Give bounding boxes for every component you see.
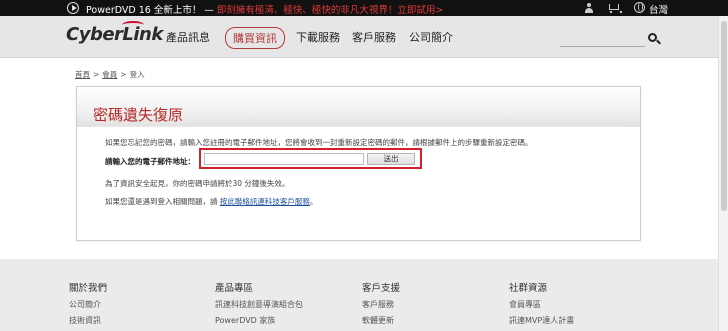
footer-heading: 社群資源: [509, 283, 548, 294]
play-icon[interactable]: [67, 2, 79, 14]
breadcrumb: 首頁 > 會員 > 登入: [75, 69, 145, 80]
breadcrumb-member[interactable]: 會員: [102, 70, 117, 79]
page-scrollbar[interactable]: [718, 16, 728, 331]
footer-heading: 關於我們: [69, 283, 108, 294]
footer-link[interactable]: 技術資訊: [69, 314, 107, 327]
breadcrumb-separator: >: [120, 70, 127, 79]
scrollbar-thumb[interactable]: [721, 21, 727, 211]
footer-link[interactable]: 訊連MVP達人計畫: [509, 314, 574, 327]
site-header: CyberLink 產品訊息 購買資訊 下載服務 客戶服務 公司簡介: [0, 16, 728, 58]
promo-bar: PowerDVD 16 全新上市！ — 即刻擁有極清、極快、極快的非凡大視界！立…: [0, 0, 728, 16]
password-recovery-panel: 密碼遺失復原 如果您忘記您的密碼，請輸入您註冊的電子郵件地址，您將會收到一封重新…: [76, 86, 641, 241]
nav-products[interactable]: 產品訊息: [166, 29, 210, 45]
promo-link[interactable]: 即刻擁有極清、極快、極快的非凡大視界！立即試用>: [217, 5, 443, 16]
support-link[interactable]: 按此聯絡訊連科技客戶服務: [220, 197, 310, 206]
footer-column-products: 產品專區 訊連科技創意導演組合包 PowerDVD 家族: [215, 282, 303, 327]
search-input[interactable]: [560, 36, 645, 47]
logo-text: CyberLink: [66, 24, 163, 45]
footer-heading: 客戶支援: [362, 283, 401, 294]
email-field[interactable]: [204, 153, 364, 165]
user-icon[interactable]: [584, 3, 594, 13]
help-text: 如果您還是遇到登入相關問題，請 按此聯絡訊連科技客戶服務。: [105, 196, 317, 207]
footer-link[interactable]: 軟體更新: [362, 314, 400, 327]
email-label: 請輸入您的電子郵件地址：: [105, 157, 195, 166]
footer-link[interactable]: 訊連科技創意導演組合包: [215, 298, 303, 311]
breadcrumb-separator: >: [93, 70, 100, 79]
region-selector[interactable]: 台灣: [649, 2, 668, 16]
footer-link[interactable]: 會員專區: [509, 298, 574, 311]
help-prefix: 如果您還是遇到登入相關問題，請: [105, 197, 220, 206]
footer-link[interactable]: 公司簡介: [69, 298, 107, 311]
security-note: 為了資訊安全起見，你的密碼申請將於30 分鐘後失效。: [105, 179, 290, 188]
footer-heading: 產品專區: [215, 283, 254, 294]
nav-downloads[interactable]: 下載服務: [296, 29, 340, 45]
footer-link[interactable]: 客戶服務: [362, 298, 400, 311]
nav-about[interactable]: 公司簡介: [409, 29, 453, 45]
intro-text: 如果您忘記您的密碼，請輸入您註冊的電子郵件地址，您將會收到一封重新設定密碼的郵件…: [105, 138, 533, 147]
logo-swoosh: [122, 21, 144, 29]
cyberlink-logo[interactable]: CyberLink: [66, 21, 163, 45]
footer-column-support: 客戶支援 客戶服務 軟體更新: [362, 282, 400, 327]
search-icon[interactable]: [648, 33, 657, 42]
help-suffix: 。: [309, 197, 318, 206]
nav-purchase[interactable]: 購買資訊: [225, 27, 285, 49]
breadcrumb-home[interactable]: 首頁: [75, 70, 90, 79]
footer-column-community: 社群資源 會員專區 訊連MVP達人計畫: [509, 282, 574, 327]
footer-link[interactable]: PowerDVD 家族: [215, 314, 303, 327]
promo-text[interactable]: PowerDVD 16 全新上市！ — 即刻擁有極清、極快、極快的非凡大視界！立…: [86, 2, 443, 16]
cart-icon[interactable]: [609, 4, 622, 13]
nav-support[interactable]: 客戶服務: [352, 29, 396, 45]
site-footer: 關於我們 公司簡介 技術資訊 產品專區 訊連科技創意導演組合包 PowerDVD…: [0, 259, 728, 331]
email-form-highlight: 送出: [199, 148, 422, 169]
title-divider: [93, 126, 625, 127]
page-title: 密碼遺失復原: [93, 106, 184, 124]
breadcrumb-current: 登入: [129, 70, 145, 79]
promo-title: PowerDVD 16 全新上市！ —: [86, 5, 217, 16]
footer-column-about: 關於我們 公司簡介 技術資訊: [69, 282, 107, 327]
globe-icon[interactable]: [634, 2, 645, 13]
submit-button[interactable]: 送出: [367, 153, 415, 165]
